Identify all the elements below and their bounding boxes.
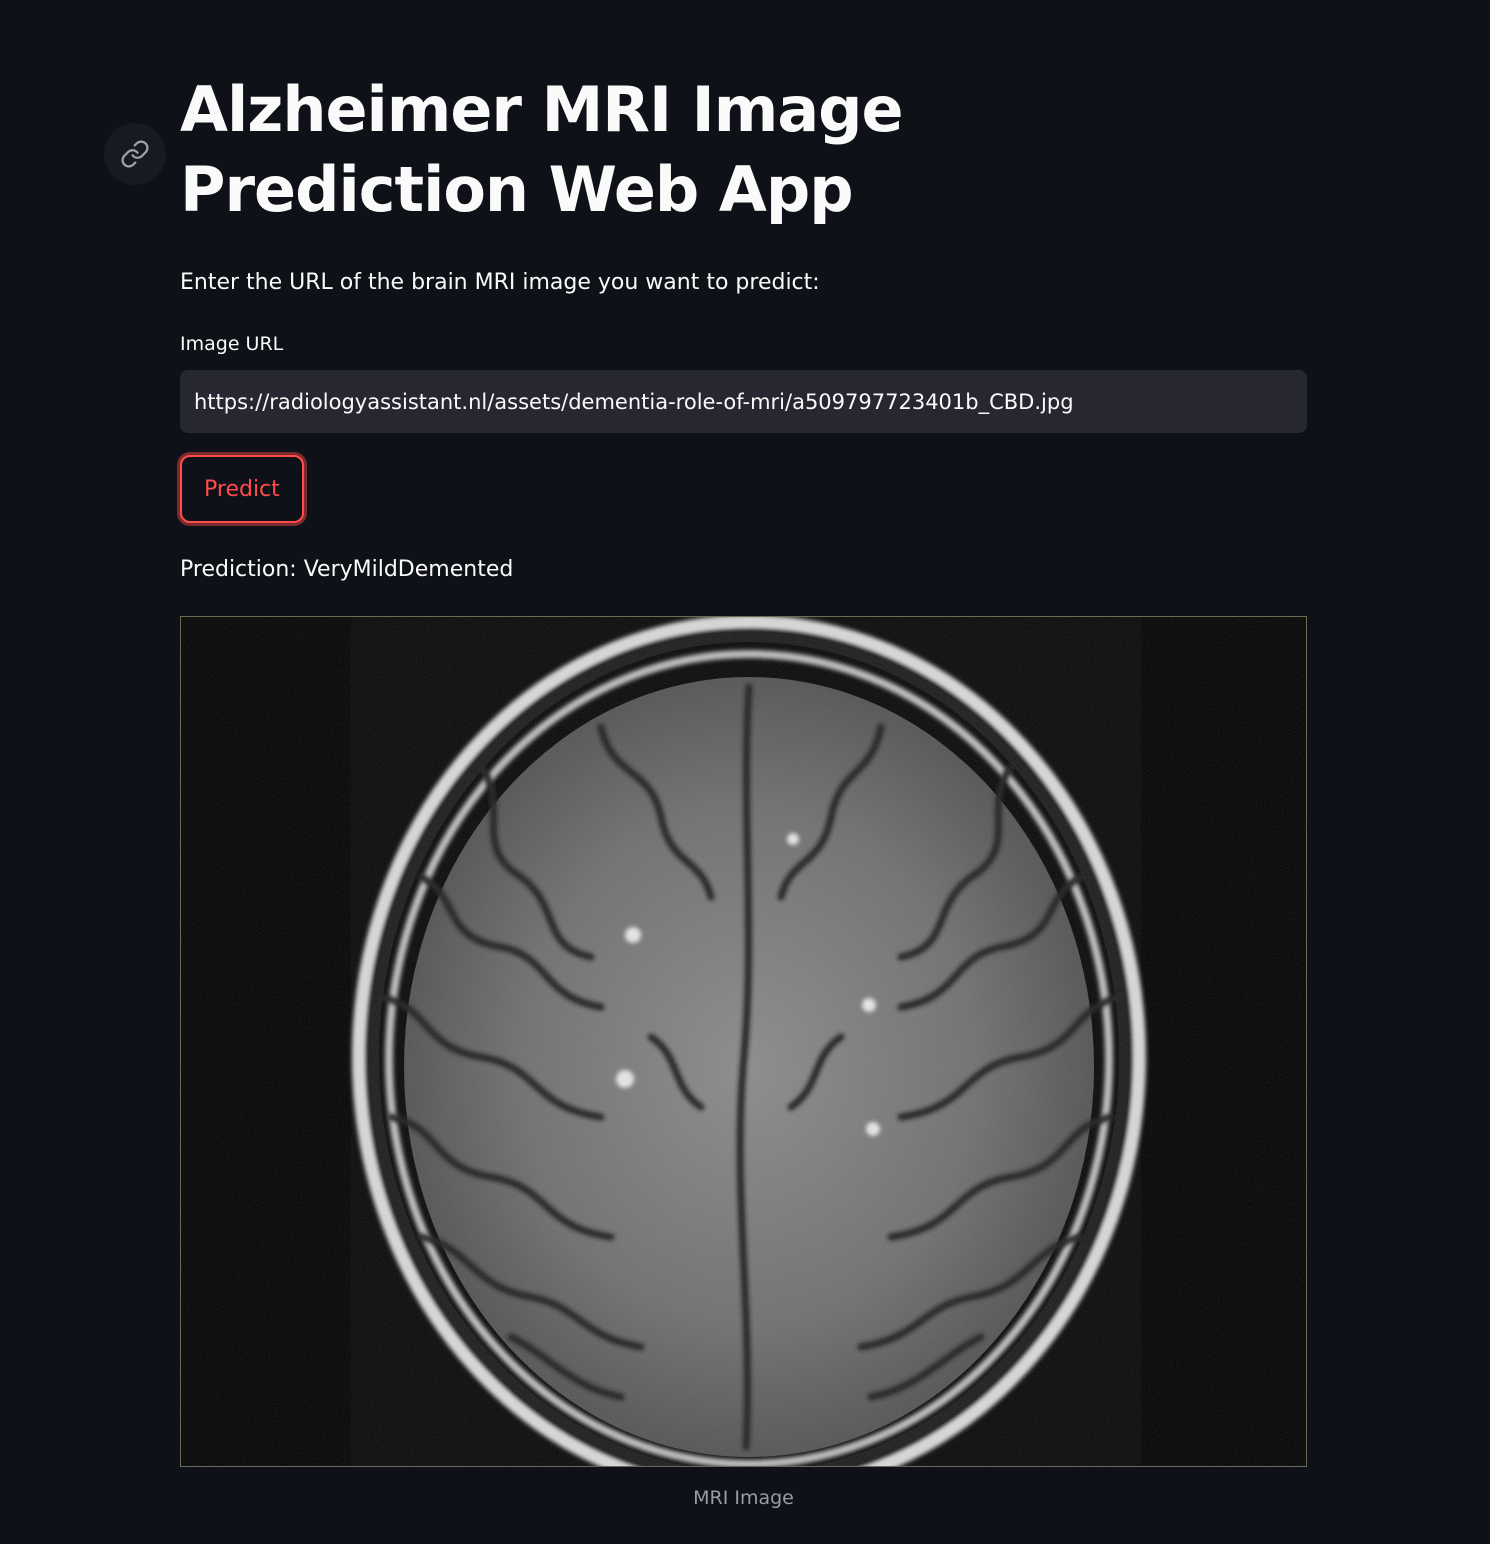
mri-brain-scan bbox=[181, 617, 1306, 1466]
page-title: Alzheimer MRI Image Prediction Web App bbox=[180, 73, 904, 226]
prediction-text: Prediction: VeryMildDemented bbox=[180, 557, 514, 582]
predict-button[interactable]: Predict bbox=[180, 455, 304, 523]
main-content: Alzheimer MRI Image Prediction Web App E… bbox=[180, 70, 1307, 1509]
image-caption: MRI Image bbox=[693, 1487, 794, 1509]
app-page: Alzheimer MRI Image Prediction Web App E… bbox=[0, 0, 1490, 1544]
image-url-input[interactable] bbox=[180, 370, 1307, 433]
image-url-label: Image URL bbox=[180, 333, 284, 355]
intro-text: Enter the URL of the brain MRI image you… bbox=[180, 270, 820, 295]
header-anchor-link[interactable] bbox=[104, 123, 166, 185]
link-icon bbox=[121, 140, 149, 168]
mri-image bbox=[180, 616, 1307, 1467]
